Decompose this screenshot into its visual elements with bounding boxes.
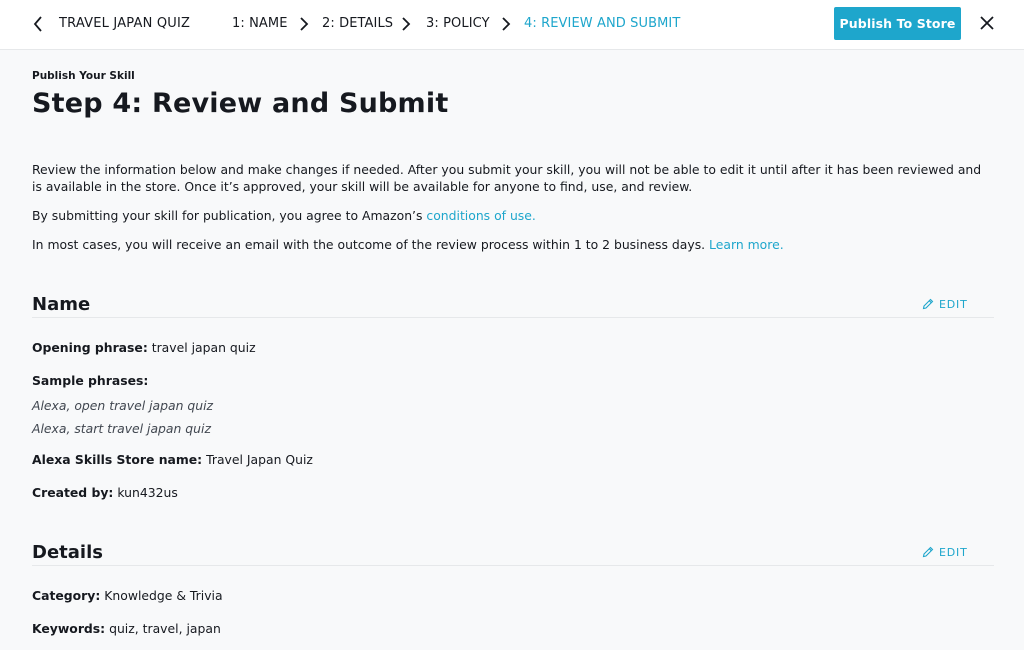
keywords-label: Keywords:	[32, 621, 106, 636]
top-bar: TRAVEL JAPAN QUIZ 1: NAME 2: DETAILS 3: …	[0, 0, 1024, 50]
created-by-value: kun432us	[117, 485, 178, 500]
chevron-right-icon	[502, 17, 511, 31]
section-divider	[32, 317, 994, 318]
email-text: In most cases, you will receive an email…	[32, 237, 710, 252]
sample-phrase: Alexa, start travel japan quiz	[32, 421, 211, 436]
store-name-field: Alexa Skills Store name: Travel Japan Qu…	[32, 452, 313, 467]
skill-name: TRAVEL JAPAN QUIZ	[59, 16, 191, 31]
back-button[interactable]	[30, 14, 48, 34]
store-name-value: Travel Japan Quiz	[206, 452, 313, 467]
conditions-of-use-link[interactable]: conditions of use.	[426, 208, 535, 223]
step-name[interactable]: 1: NAME	[232, 16, 288, 31]
keywords-field: Keywords: quiz, travel, japan	[32, 621, 221, 636]
email-paragraph: In most cases, you will receive an email…	[32, 237, 982, 254]
eyebrow-label: Publish Your Skill	[32, 70, 135, 82]
sample-phrases-label: Sample phrases:	[32, 373, 149, 388]
chevron-left-icon	[33, 16, 42, 32]
step-policy[interactable]: 3: POLICY	[426, 16, 490, 31]
learn-more-link[interactable]: Learn more.	[709, 237, 784, 252]
intro-paragraph: Review the information below and make ch…	[32, 162, 982, 194]
category-label: Category:	[32, 588, 101, 603]
keywords-value: quiz, travel, japan	[109, 621, 221, 636]
created-by-field: Created by: kun432us	[32, 485, 178, 500]
store-name-label: Alexa Skills Store name:	[32, 452, 203, 467]
step-details[interactable]: 2: DETAILS	[322, 16, 393, 31]
page-title: Step 4: Review and Submit	[32, 88, 449, 119]
close-button[interactable]	[978, 14, 996, 32]
created-by-label: Created by:	[32, 485, 114, 500]
section-divider	[32, 565, 994, 566]
pencil-icon	[922, 298, 934, 310]
step-review-and-submit[interactable]: 4: REVIEW AND SUBMIT	[524, 16, 680, 31]
category-value: Knowledge & Trivia	[104, 588, 223, 603]
agreement-text: By submitting your skill for publication…	[32, 208, 427, 223]
close-icon	[980, 16, 994, 30]
publish-to-store-button[interactable]: Publish To Store	[834, 7, 961, 40]
category-field: Category: Knowledge & Trivia	[32, 588, 223, 603]
agreement-paragraph: By submitting your skill for publication…	[32, 208, 982, 225]
edit-label: EDIT	[939, 546, 968, 559]
sample-phrases-field: Sample phrases:	[32, 373, 148, 388]
edit-label: EDIT	[939, 298, 968, 311]
sample-phrase: Alexa, open travel japan quiz	[32, 398, 214, 413]
opening-phrase-field: Opening phrase: travel japan quiz	[32, 340, 256, 355]
chevron-right-icon	[300, 17, 309, 31]
chevron-right-icon	[402, 17, 411, 31]
name-section-title: Name	[32, 294, 91, 315]
pencil-icon	[922, 546, 934, 558]
opening-phrase-value: travel japan quiz	[151, 340, 256, 355]
details-section-title: Details	[32, 542, 103, 563]
opening-phrase-label: Opening phrase:	[32, 340, 148, 355]
